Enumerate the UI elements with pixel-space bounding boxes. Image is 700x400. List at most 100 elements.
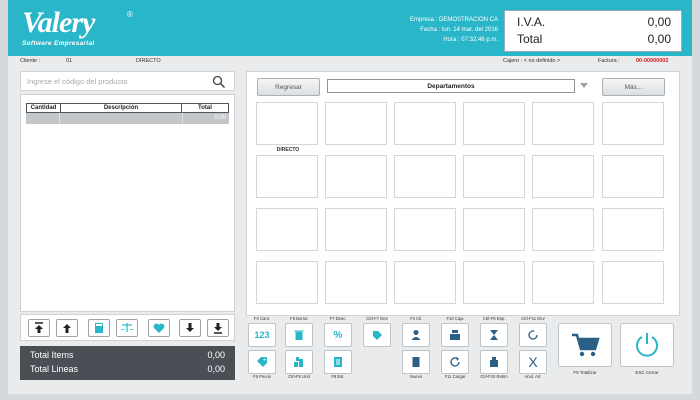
more-button[interactable]: Más... [602, 78, 665, 96]
fkey-retiro[interactable]: Ctrl-F10 Retiro [480, 350, 508, 381]
move-first-button[interactable] [28, 319, 50, 337]
product-search[interactable]: Ingrese el código del producto [20, 71, 235, 91]
fkey-unidad[interactable]: Ctrl-F6 Und [285, 350, 313, 381]
department-tile[interactable] [256, 102, 318, 145]
company-info: Empresa : DEMOSTRACION CA Fecha : lun. 1… [410, 15, 498, 45]
total-lines-value: 0,00 [207, 364, 225, 374]
search-icon[interactable] [212, 75, 226, 89]
department-tile[interactable] [532, 102, 594, 145]
department-tile-label: DIRECTO [276, 147, 300, 153]
department-tile[interactable] [325, 208, 387, 251]
registered-mark: ® [127, 10, 133, 19]
factura-label: Factura : [598, 58, 620, 64]
department-tile[interactable] [463, 155, 525, 198]
fkey-descuento-global[interactable]: Ctrl-F7 Des [363, 316, 391, 347]
hold-button[interactable] [480, 323, 508, 347]
withdraw-button[interactable] [480, 350, 508, 374]
department-tile[interactable] [463, 261, 525, 304]
fkey-caja[interactable]: F10 Caja [441, 316, 469, 347]
table-row[interactable]: 0,00 [26, 113, 229, 124]
cajero-info: Cajero : < no definido > [503, 58, 561, 64]
department-tile[interactable] [325, 155, 387, 198]
fkey-descuento[interactable]: F7 Desc. % [324, 316, 352, 347]
move-up-button[interactable] [56, 319, 78, 337]
new-document-icon [412, 357, 420, 367]
fkey-devolucion[interactable]: Ctrl-F11 Dev [519, 316, 547, 347]
arrow-up-icon [63, 324, 71, 333]
fkey-espera[interactable]: Ctrl-F9 Esp. [480, 316, 508, 347]
fkey-cargar[interactable]: F11 Cargar [441, 350, 469, 381]
move-down-button[interactable] [179, 319, 201, 337]
total-label: Total [517, 32, 543, 46]
department-tile[interactable] [394, 155, 456, 198]
fkey-precio-label: F6 Precio [253, 374, 271, 379]
department-tile[interactable] [256, 208, 318, 251]
cash-register-button[interactable] [441, 323, 469, 347]
department-tile[interactable] [325, 261, 387, 304]
calculator-button[interactable] [88, 319, 110, 337]
fkey-cantidad-label: F4 Cant. [253, 316, 271, 321]
user-icon [411, 330, 421, 340]
fkey-descuento-label: F7 Desc. [329, 316, 347, 321]
fkey-borrar[interactable]: F5 Borrar [285, 316, 313, 347]
cancel-item-button[interactable]: X [519, 350, 547, 374]
fkey-precio[interactable]: F6 Precio [248, 350, 276, 381]
status-button[interactable] [324, 350, 352, 374]
close-button[interactable] [620, 323, 674, 367]
arrow-down-icon [186, 323, 194, 332]
favorite-button[interactable] [148, 319, 170, 337]
fkey-estado-label: F8 Est. [331, 374, 345, 379]
iva-value: 0,00 [647, 15, 671, 29]
chevron-down-icon[interactable] [580, 83, 588, 88]
department-tile[interactable] [532, 261, 594, 304]
fkey-cliente[interactable]: F3 Cli. [402, 316, 430, 347]
department-tile[interactable] [602, 155, 664, 198]
department-tile[interactable] [463, 208, 525, 251]
move-last-button[interactable] [207, 319, 229, 337]
trash-icon [294, 330, 304, 340]
totalizar-button[interactable] [558, 323, 612, 367]
department-tile[interactable] [532, 208, 594, 251]
discount-button[interactable]: % [324, 323, 352, 347]
close-label: ESC Cerrar [635, 370, 659, 375]
global-discount-button[interactable] [363, 323, 391, 347]
total-lines-label: Total Lineas [30, 364, 79, 374]
department-tile[interactable] [256, 261, 318, 304]
department-tile[interactable] [532, 155, 594, 198]
department-tile[interactable] [394, 261, 456, 304]
fkey-cargar-label: F11 Cargar [444, 374, 466, 379]
return-button[interactable] [519, 323, 547, 347]
total-items-value: 0,00 [207, 350, 225, 360]
col-descripcion: Descripción [61, 104, 182, 112]
department-tile[interactable] [394, 208, 456, 251]
price-button[interactable] [248, 350, 276, 374]
department-tile[interactable] [463, 102, 525, 145]
department-selector[interactable]: Departamentos [327, 79, 575, 93]
back-button[interactable]: Regresar [257, 78, 320, 96]
quantity-button[interactable]: 123 [248, 323, 276, 347]
fkey-estado[interactable]: F8 Est. [324, 350, 352, 381]
department-tile[interactable] [602, 261, 664, 304]
delete-button[interactable] [285, 323, 313, 347]
department-tile[interactable] [602, 102, 664, 145]
fkey-cantidad[interactable]: F4 Cant. 123 [248, 316, 276, 347]
department-tile[interactable] [602, 208, 664, 251]
total-row: Total 0,00 [517, 32, 671, 46]
department-tile[interactable] [325, 102, 387, 145]
header-bar: Valery ® Software Empresarial Empresa : … [8, 0, 692, 56]
fkey-nuevo-label: Nuevo [409, 374, 423, 379]
scale-button[interactable] [116, 319, 138, 337]
department-tile[interactable] [256, 155, 318, 198]
load-button[interactable] [441, 350, 469, 374]
fkey-anular[interactable]: X Anul. Art. [519, 350, 547, 381]
fkey-anular-label: Anul. Art. [524, 374, 542, 379]
brand-tagline: Software Empresarial [22, 40, 95, 47]
arrow-to-bottom-icon [214, 323, 222, 334]
client-button[interactable] [402, 323, 430, 347]
fkey-espera-label: Ctrl-F9 Esp. [482, 316, 506, 321]
unit-button[interactable] [285, 350, 313, 374]
department-tile[interactable] [394, 102, 456, 145]
new-button[interactable] [402, 350, 430, 374]
search-placeholder: Ingrese el código del producto [27, 77, 128, 86]
fkey-nuevo[interactable]: Nuevo [402, 350, 430, 381]
